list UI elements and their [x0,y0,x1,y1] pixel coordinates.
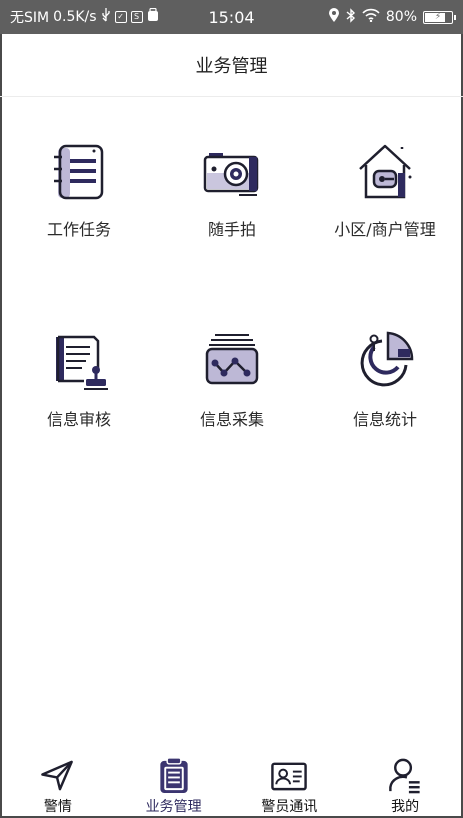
data-collect-icon [205,334,259,385]
pie-chart-icon [360,331,414,387]
camera-icon [203,153,259,196]
tile-label: 信息采集 [199,410,264,429]
tile-community-merchant[interactable]: 小区/商户管理 [308,97,462,247]
page-title: 业务管理 [195,56,268,77]
tile-work-tasks[interactable]: 工作任务 [2,97,156,247]
tab-business-management[interactable]: 业务管理 [116,748,232,816]
house-icon [359,144,412,199]
sim-icon: S [130,11,143,23]
tab-label: 业务管理 [145,799,202,815]
send-icon [41,760,73,791]
user-icon [389,758,420,794]
status-bar: 无SIM 0.5K/s ✓ S 15:04 80% ⚡ [0,0,463,34]
carrier-label: 无SIM [10,10,50,26]
tile-info-collect[interactable]: 信息采集 [155,287,309,437]
charging-icon: ⚡ [434,11,442,22]
contact-card-icon [271,762,308,791]
title-bar: 业务管理 [0,34,463,97]
usb-icon [101,8,111,26]
status-right: 80% ⚡ [328,7,456,27]
tab-officer-contacts[interactable]: 警员通讯 [232,748,348,816]
notification-icon: ✓ [114,11,127,23]
tile-snapshot[interactable]: 随手拍 [155,97,309,247]
status-left: 无SIM 0.5K/s ✓ S [10,7,200,27]
tile-label: 小区/商户管理 [334,220,436,239]
tile-info-stats[interactable]: 信息统计 [308,287,462,437]
notebook-icon [54,144,104,200]
tab-label: 警员通讯 [261,799,318,815]
tile-label: 随手拍 [207,220,256,239]
tile-info-review[interactable]: 信息审核 [2,287,156,437]
network-speed: 0.5K/s [53,9,97,25]
bottom-tab-bar: 警情 业务管理 警员通讯 我的 [0,748,463,816]
tab-label: 我的 [391,799,420,815]
clipboard-icon [159,757,188,794]
tab-alerts[interactable]: 警情 [0,748,116,816]
location-icon [328,7,340,27]
bluetooth-icon [346,7,356,27]
document-stamp-icon [56,335,108,390]
wifi-icon [362,8,380,26]
battery-icon: ⚡ [423,10,456,24]
tile-label: 信息审核 [46,410,111,429]
tab-label: 警情 [43,799,72,815]
battery-percent: 80% [385,9,417,25]
tab-profile[interactable]: 我的 [347,748,463,816]
app-notification-icon [147,7,159,26]
tile-label: 信息统计 [352,410,417,429]
tile-label: 工作任务 [46,220,111,239]
